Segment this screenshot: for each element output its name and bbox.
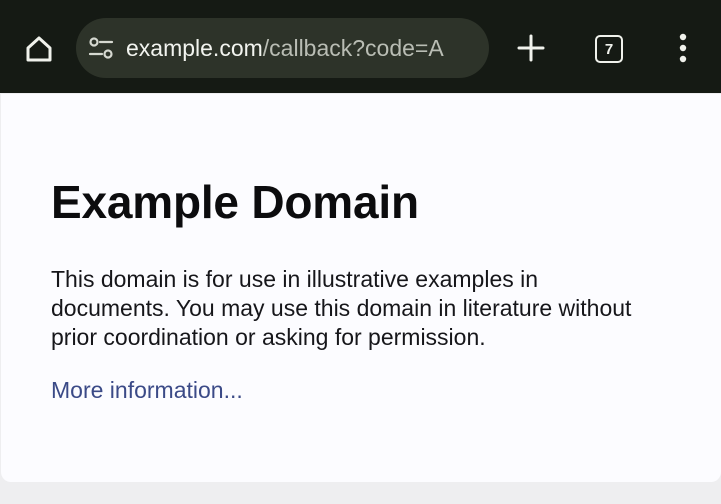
page-heading: Example Domain bbox=[51, 176, 419, 228]
home-icon bbox=[26, 36, 52, 62]
tab-switcher-button[interactable]: 7 bbox=[591, 31, 627, 67]
tune-icon[interactable] bbox=[88, 36, 114, 60]
home-button[interactable] bbox=[18, 28, 60, 70]
tab-switcher-icon: 7 bbox=[595, 35, 623, 63]
menu-button[interactable] bbox=[668, 28, 698, 68]
more-vert-icon bbox=[679, 33, 687, 63]
page-paragraph: This domain is for use in illustrative e… bbox=[51, 266, 632, 350]
address-bar[interactable]: example.com/callback?code=A bbox=[76, 18, 489, 78]
more-information-link[interactable]: More information... bbox=[51, 376, 243, 405]
browser-toolbar: example.com/callback?code=A 7 bbox=[0, 0, 721, 93]
url-text[interactable]: example.com/callback?code=A bbox=[126, 18, 478, 78]
plus-icon bbox=[517, 34, 545, 62]
url-path: /callback?code=A bbox=[262, 35, 444, 61]
new-tab-button[interactable] bbox=[512, 28, 550, 68]
web-page: Example Domain This domain is for use in… bbox=[1, 94, 721, 482]
page-content: Example Domain This domain is for use in… bbox=[51, 174, 651, 405]
tab-count: 7 bbox=[604, 40, 614, 58]
url-host: example.com bbox=[126, 35, 263, 61]
